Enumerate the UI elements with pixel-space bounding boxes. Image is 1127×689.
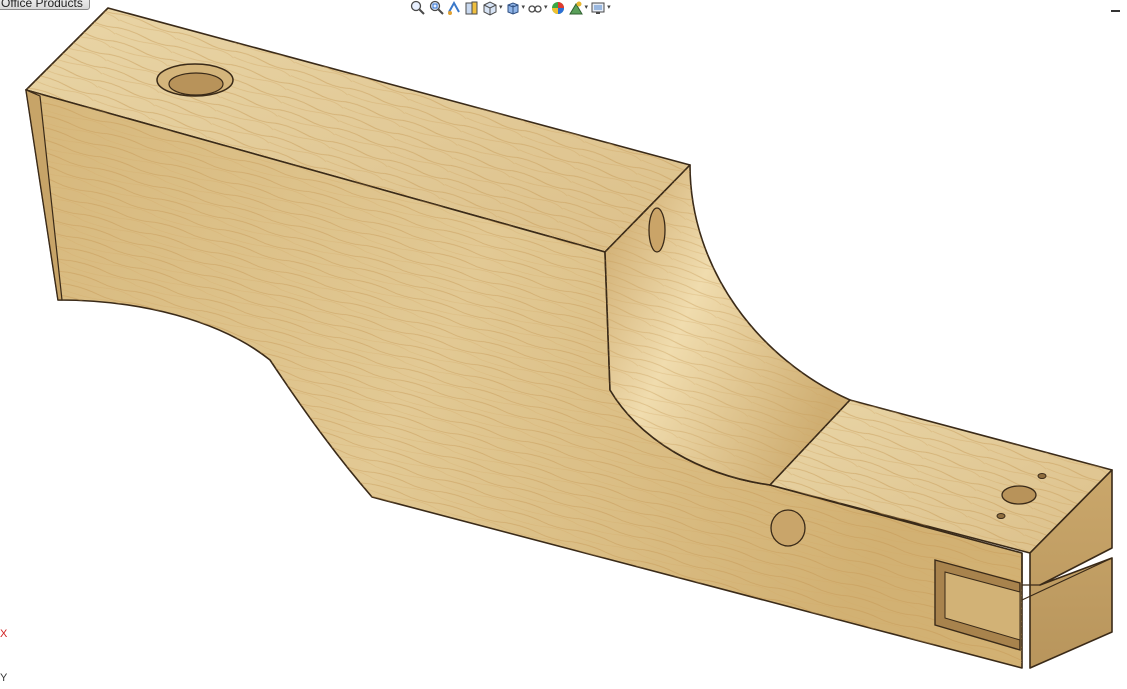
arm-hole-small-1 [1037,473,1047,479]
zoom-to-area-icon[interactable] [428,0,444,16]
arm-hole-large [1001,485,1037,505]
view-settings-icon[interactable]: ▾ [590,0,611,16]
side-hole-upper [648,207,666,253]
triad-x-axis-label: X [0,628,8,640]
heads-up-view-toolbar: ▾ ▾ ▾ ▾ ▾ [410,0,611,16]
section-view-icon[interactable] [464,0,480,16]
office-products-tab[interactable]: Office Products [0,0,90,10]
side-hole-lower [770,509,806,547]
apply-scene-icon[interactable]: ▾ [568,0,589,16]
zoom-to-fit-icon[interactable] [410,0,426,16]
arm-hole-small-2 [996,513,1006,519]
display-style-icon[interactable]: ▾ [505,0,526,16]
hide-show-items-icon[interactable]: ▾ [527,0,548,16]
chevron-down-icon: ▾ [607,4,611,11]
chevron-down-icon: ▾ [584,4,589,11]
chevron-down-icon: ▾ [521,4,526,11]
minimize-icon[interactable] [1111,2,1121,12]
view-orientation-icon[interactable]: ▾ [482,0,503,16]
triad-y-axis-label: Y [0,672,8,684]
chevron-down-icon: ▾ [499,4,503,11]
graphics-area[interactable]: Office Products ▾ ▾ ▾ ▾ ▾ X Y [0,0,1127,684]
chevron-down-icon: ▾ [544,4,548,11]
part-model[interactable] [0,0,1127,684]
edit-appearance-icon[interactable] [550,0,566,16]
previous-view-icon[interactable] [446,0,462,16]
